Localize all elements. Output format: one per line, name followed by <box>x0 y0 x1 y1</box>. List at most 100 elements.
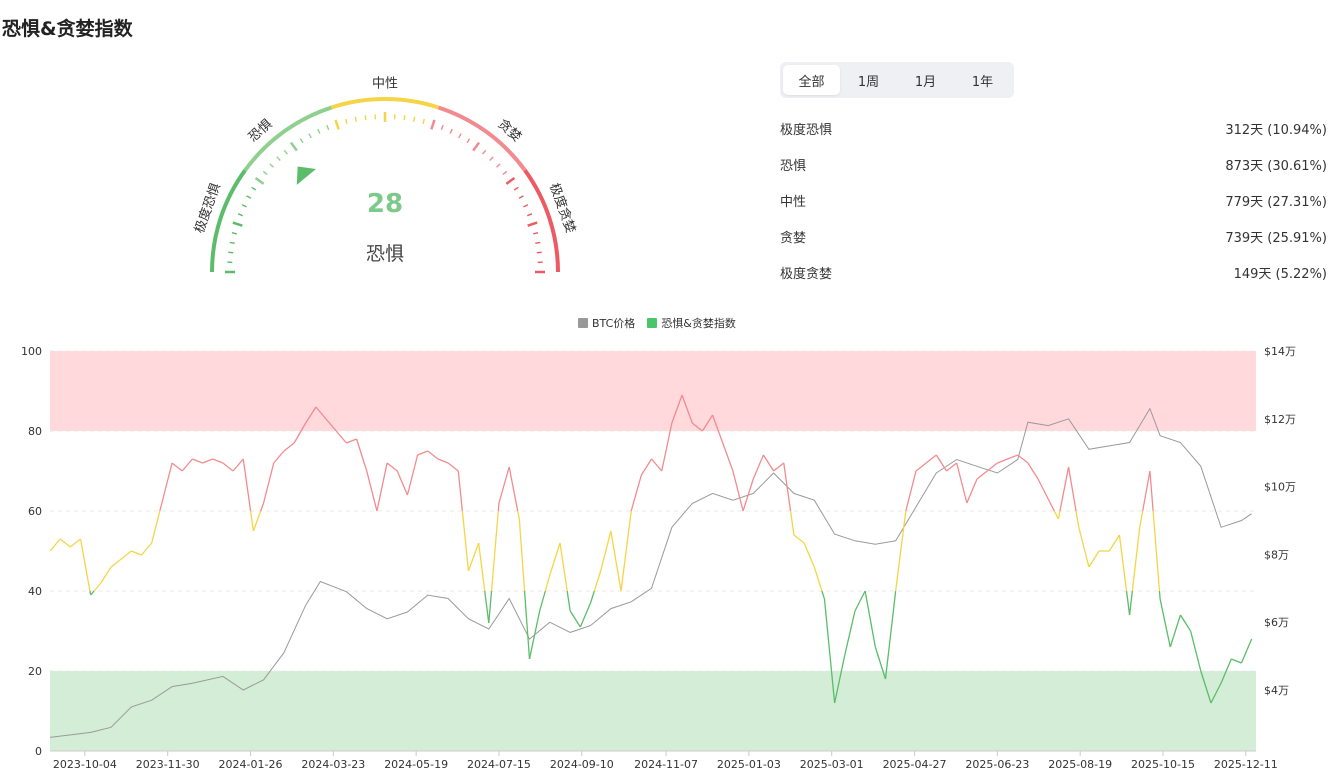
fg-index-segment <box>864 590 876 648</box>
y-left-tick-label: 60 <box>28 505 42 518</box>
gauge-tick <box>518 195 524 199</box>
gauge-tick <box>523 204 529 208</box>
gauge-tick <box>317 128 321 134</box>
fg-index-segment <box>569 610 581 628</box>
fg-index-segment <box>49 538 61 552</box>
fg-index-segment <box>386 462 398 472</box>
fg-index-segment <box>821 590 826 600</box>
gauge-tick <box>481 149 487 155</box>
fg-index-segment <box>803 542 815 568</box>
gauge-tick <box>251 186 257 191</box>
fg-index-segment <box>762 454 775 472</box>
x-tick-label: 2025-06-23 <box>965 758 1029 771</box>
fg-index-segment <box>1059 466 1070 512</box>
chart-band-1 <box>50 671 1256 751</box>
fg-index-segment <box>752 454 765 480</box>
fg-index-segment <box>651 458 663 472</box>
fg-index-segment <box>986 462 998 472</box>
fg-index-segment <box>355 438 368 472</box>
y-right-tick-label: $8万 <box>1264 548 1289 561</box>
fg-index-segment <box>915 462 927 472</box>
gauge-tick <box>472 141 481 152</box>
fg-index-segment <box>1149 470 1154 512</box>
legend-item-btc[interactable]: BTC价格 <box>578 315 635 331</box>
y-left-tick-label: 100 <box>21 345 42 358</box>
fg-index-segment <box>1027 462 1039 480</box>
tab-1-month[interactable]: 1月 <box>897 65 954 95</box>
fg-index-segment <box>202 458 213 464</box>
fg-index-segment <box>232 458 244 472</box>
gauge-tick <box>231 232 237 235</box>
fg-index-segment <box>905 470 917 512</box>
gauge-zone-label: 中性 <box>372 77 398 92</box>
fg-index-segment <box>406 454 419 496</box>
gauge-tick <box>237 213 244 217</box>
gauge-tick <box>533 232 539 235</box>
fg-index-segment <box>249 510 255 532</box>
fg-index-segment <box>1078 526 1090 568</box>
fg-index-segment <box>528 610 541 660</box>
fg-index-segment <box>467 542 480 572</box>
fg-index-segment <box>1118 534 1128 592</box>
tab-1-year[interactable]: 1年 <box>954 65 1011 95</box>
stat-row-fear: 恐惧 873天 (30.61%) <box>780 146 1327 182</box>
fg-index-segment <box>579 602 592 628</box>
fg-index-segment <box>1047 498 1055 512</box>
fg-index-segment <box>813 566 823 592</box>
gauge-tick <box>228 251 234 254</box>
y-left-tick-label: 0 <box>35 745 42 758</box>
stat-label: 恐惧 <box>780 158 807 174</box>
fg-index-segment <box>517 510 520 520</box>
stat-value: 873天 (30.61%) <box>1225 158 1327 174</box>
fg-index-segment <box>895 510 907 592</box>
fg-index-segment <box>212 458 224 464</box>
y-right-tick-label: $14万 <box>1264 345 1296 358</box>
fg-index-segment <box>181 458 193 472</box>
gauge-tick <box>430 119 436 130</box>
fg-index-segment <box>1017 454 1029 464</box>
fg-index-segment <box>151 510 161 544</box>
fg-index-segment <box>252 510 262 532</box>
chart-band-0 <box>50 351 1256 431</box>
fg-index-segment <box>447 462 459 472</box>
fg-index-segment <box>161 462 173 504</box>
x-tick-label: 2025-03-01 <box>800 758 864 771</box>
fg-index-segment <box>171 462 183 472</box>
fg-index-segment <box>1179 614 1192 632</box>
fg-index-segment <box>59 538 71 548</box>
fg-index-segment <box>417 450 429 456</box>
y-right-tick-label: $4万 <box>1264 684 1289 697</box>
page-title: 恐惧&贪婪指数 <box>2 18 133 40</box>
stat-label: 极度贪婪 <box>780 266 833 282</box>
y-right-tick-label: $6万 <box>1264 616 1289 629</box>
gauge-tick <box>496 163 501 168</box>
gauge-tick <box>412 116 416 122</box>
fg-index-segment <box>1108 534 1120 552</box>
fg-index-segment <box>1159 598 1171 648</box>
fg-index-segment <box>630 474 643 512</box>
gauge-tick <box>466 138 471 144</box>
tab-1-week[interactable]: 1周 <box>840 65 897 95</box>
fg-index-segment <box>600 530 612 572</box>
fg-index-segment <box>1057 510 1061 520</box>
gauge-tick <box>440 124 444 131</box>
y-right-tick-label: $10万 <box>1264 481 1296 494</box>
fg-index-segment <box>376 462 388 512</box>
stat-value: 779天 (27.31%) <box>1225 194 1327 210</box>
fg-index-segment <box>1142 470 1151 512</box>
fg-index-segment <box>793 534 805 544</box>
legend-item-fg-index[interactable]: 恐惧&贪婪指数 <box>647 315 736 331</box>
legend-swatch-btc <box>578 318 588 328</box>
tab-all[interactable]: 全部 <box>783 65 840 95</box>
fg-index-segment <box>110 558 122 568</box>
stat-row-neutral: 中性 779天 (27.31%) <box>780 182 1327 218</box>
stat-row-extreme-greed: 极度贪婪 149天 (5.22%) <box>780 254 1327 290</box>
fg-index-segment <box>1131 526 1141 592</box>
x-tick-label: 2025-12-11 <box>1214 758 1278 771</box>
fg-index-segment <box>222 462 234 472</box>
fg-index-segment <box>523 590 531 660</box>
fg-index-segment <box>789 510 795 536</box>
x-tick-label: 2025-08-19 <box>1048 758 1112 771</box>
fg-index-segment <box>854 590 866 612</box>
stat-value: 149天 (5.22%) <box>1233 266 1327 282</box>
